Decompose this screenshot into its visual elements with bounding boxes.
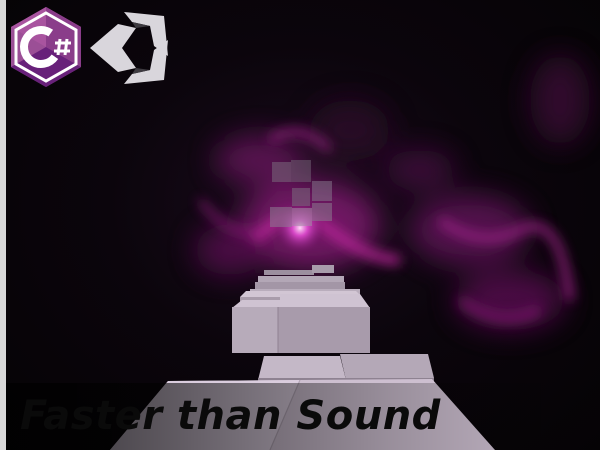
distant-tiles [250,265,360,294]
unity-logo-icon [90,12,168,84]
near-tiles [258,354,434,382]
big-block [232,294,370,353]
csharp-logo-icon [11,7,81,87]
game-title: Faster than Sound [20,393,441,439]
game-scene: Faster than Sound [0,0,600,450]
